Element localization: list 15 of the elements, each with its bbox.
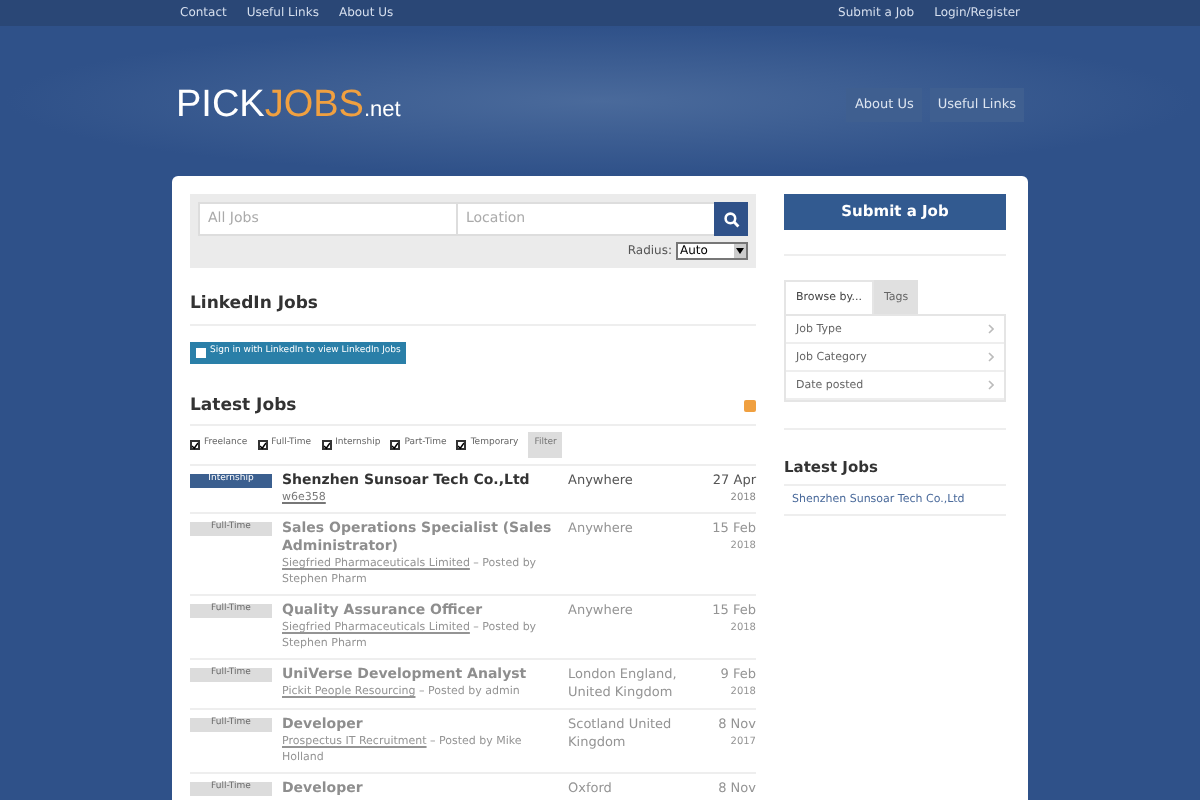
linkedin-icon xyxy=(196,347,206,358)
filter-checkbox[interactable] xyxy=(390,440,401,451)
filter-checkbox[interactable] xyxy=(456,440,467,451)
section-heading: LinkedIn Jobs xyxy=(190,292,756,326)
section-heading: Latest Jobs xyxy=(190,393,297,419)
chevron-icon xyxy=(988,380,994,391)
search-icon xyxy=(723,211,739,227)
filter-checkbox[interactable] xyxy=(190,440,200,451)
site-logo[interactable]: PICKJOBS.net xyxy=(176,86,401,124)
search-button[interactable] xyxy=(714,202,748,236)
chevron-icon xyxy=(988,324,994,335)
caret-icon xyxy=(734,244,746,258)
chevron-icon xyxy=(988,352,994,363)
filter-checkbox[interactable] xyxy=(321,440,332,451)
filter-checkbox[interactable] xyxy=(257,440,268,451)
